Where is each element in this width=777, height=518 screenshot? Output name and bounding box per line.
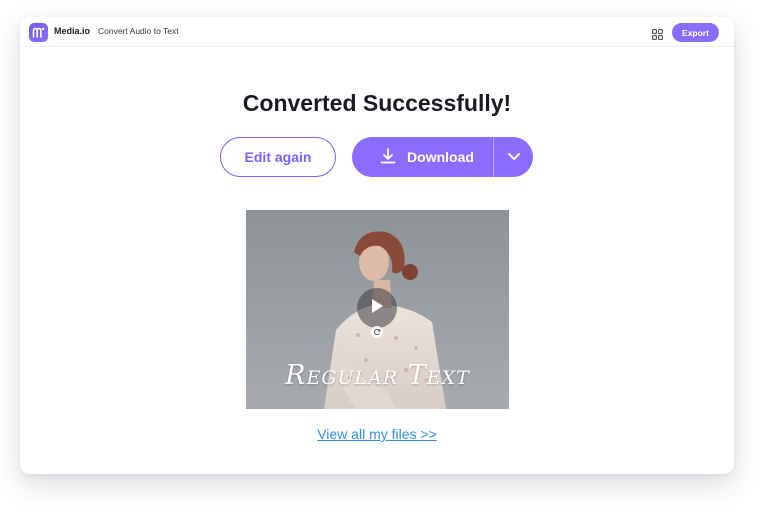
brand-name: Media.io xyxy=(54,26,91,36)
download-options-button[interactable] xyxy=(494,137,533,177)
page-title: Converted Successfully! xyxy=(242,90,512,116)
app-window: Media.io Convert Audio to Text Export Co… xyxy=(20,17,734,474)
top-bar: Media.io Convert Audio to Text Export xyxy=(20,17,734,47)
chevron-down-icon xyxy=(507,148,521,166)
play-icon xyxy=(369,297,385,320)
edit-again-button[interactable]: Edit again xyxy=(220,137,336,177)
download-button[interactable]: Download xyxy=(352,137,493,177)
download-button-group: Download xyxy=(352,137,533,177)
video-preview[interactable]: Regular Text xyxy=(246,210,509,409)
refresh-icon[interactable] xyxy=(371,326,383,338)
preview-overlay-text: Regular Text xyxy=(285,360,470,391)
download-icon xyxy=(379,147,397,168)
play-button[interactable] xyxy=(357,288,397,328)
tool-name: Convert Audio to Text xyxy=(98,26,179,36)
export-button[interactable]: Export xyxy=(672,23,719,42)
download-label: Download xyxy=(407,149,474,165)
view-all-files-link[interactable]: View all my files >> xyxy=(20,426,734,442)
media-io-logo-icon[interactable] xyxy=(29,23,48,42)
apps-grid-icon[interactable] xyxy=(652,27,663,40)
